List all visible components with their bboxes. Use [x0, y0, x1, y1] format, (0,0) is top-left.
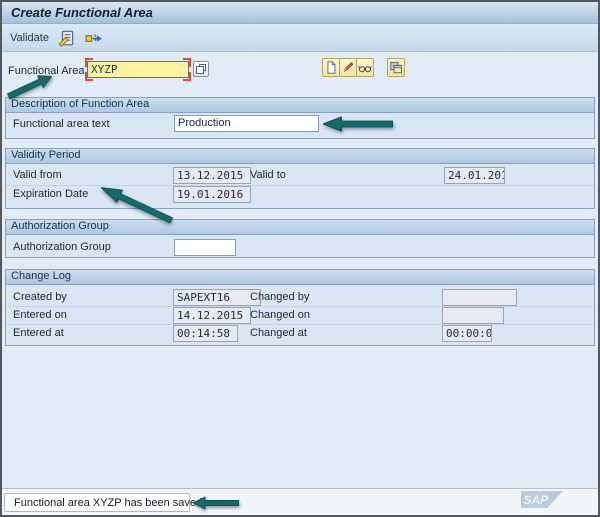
- row-separator: [6, 306, 594, 307]
- changed-at-field: 00:00:00: [442, 325, 492, 342]
- entered-on-label: Entered on: [13, 309, 67, 321]
- status-bar: Functional area XYZP has been saved SAP: [2, 488, 598, 515]
- status-message-box[interactable]: Functional area XYZP has been saved: [4, 493, 190, 512]
- changed-on-label: Changed on: [250, 309, 310, 321]
- section-change-log: Change Log Created by SAPEXT16 Changed b…: [5, 269, 595, 346]
- changed-by-field: [442, 289, 517, 306]
- create-button[interactable]: [322, 58, 340, 77]
- expiration-date-field: 19.01.2016: [173, 186, 251, 203]
- functional-area-input[interactable]: XYZP: [87, 61, 189, 78]
- edit-icon: [341, 60, 355, 75]
- valid-to-field: 24.01.2016: [444, 167, 505, 184]
- edit-button[interactable]: [339, 58, 357, 77]
- selection-corner: [183, 72, 191, 81]
- annotation-arrow-description-text: [323, 116, 393, 132]
- section-authorization-group: Authorization Group Authorization Group: [5, 219, 595, 258]
- changed-on-field: [442, 307, 504, 324]
- application-toolbar: Validate: [2, 24, 598, 52]
- section-description-title: Description of Function Area: [6, 98, 594, 113]
- selection-corner: [183, 58, 191, 67]
- valid-to-label: Valid to: [250, 169, 286, 181]
- section-validity-title: Validity Period: [6, 149, 594, 164]
- changed-at-label: Changed at: [250, 327, 307, 339]
- sap-logo-text: SAP: [524, 493, 550, 507]
- sap-logo: SAP: [521, 491, 563, 508]
- entered-at-field: 00:14:58: [173, 325, 238, 342]
- valid-from-label: Valid from: [13, 169, 62, 181]
- copy-icon: [389, 60, 403, 75]
- window-title-bar: Create Functional Area: [2, 2, 598, 24]
- display-glasses-icon: [358, 60, 372, 75]
- created-by-field: SAPEXT16: [173, 289, 261, 306]
- entered-on-field: 14.12.2015: [173, 307, 251, 324]
- row-separator: [6, 185, 594, 186]
- authorization-group-label: Authorization Group: [13, 241, 111, 253]
- expiration-date-label: Expiration Date: [13, 188, 88, 200]
- display-button[interactable]: [356, 58, 374, 77]
- annotation-arrow-status-message: [193, 496, 239, 510]
- selection-corner: [85, 72, 93, 81]
- functional-area-text-input[interactable]: Production: [174, 115, 319, 132]
- section-authorization-title: Authorization Group: [6, 220, 594, 235]
- status-message-text: Functional area XYZP has been saved: [14, 497, 202, 509]
- valid-from-field: 13.12.2015: [173, 167, 251, 184]
- section-description: Description of Function Area Functional …: [5, 97, 595, 139]
- functional-area-field-wrapper: XYZP: [86, 60, 190, 79]
- section-change-log-title: Change Log: [6, 270, 594, 285]
- matchcode-dropdown-icon: [195, 63, 207, 75]
- selection-corner: [85, 58, 93, 67]
- validate-button[interactable]: Validate: [10, 32, 49, 44]
- changed-by-label: Changed by: [250, 291, 309, 303]
- other-functional-area-icon[interactable]: [85, 29, 103, 47]
- copy-button[interactable]: [387, 58, 405, 77]
- functional-area-text-label: Functional area text: [13, 118, 110, 130]
- matchcode-dropdown-button[interactable]: [193, 61, 209, 77]
- row-separator: [6, 324, 594, 325]
- authorization-group-input[interactable]: [174, 239, 236, 256]
- entered-at-label: Entered at: [13, 327, 64, 339]
- section-validity-period: Validity Period Valid from 13.12.2015 Va…: [5, 148, 595, 209]
- create-icon: [324, 60, 338, 75]
- created-by-label: Created by: [13, 291, 67, 303]
- display-log-icon[interactable]: [58, 29, 76, 47]
- page-title: Create Functional Area: [11, 5, 153, 20]
- sap-create-functional-area-window: Create Functional Area Validate Function…: [0, 0, 600, 517]
